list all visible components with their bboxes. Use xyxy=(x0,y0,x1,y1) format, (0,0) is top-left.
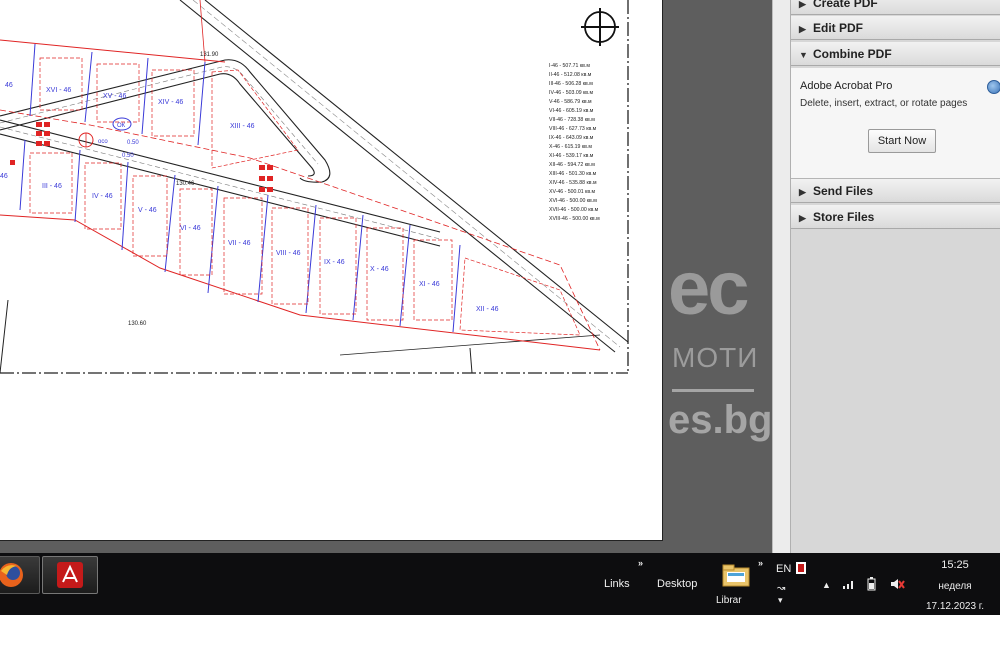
lot-label: XI - 46 xyxy=(419,281,440,288)
acrobat-icon xyxy=(57,562,83,588)
watermark-divider xyxy=(672,389,754,392)
legend-entry: XII-46 - 594.72 кв.м xyxy=(549,162,595,168)
legend-entry: V-46 - 586.79 кв.м xyxy=(549,99,592,105)
lot-label: 46 xyxy=(5,82,13,89)
globe-icon[interactable] xyxy=(987,80,1000,94)
lot-label: XIV - 46 xyxy=(158,99,183,106)
lot-label: IX - 46 xyxy=(324,259,345,266)
lot-label: V - 46 xyxy=(138,207,157,214)
elevation-label: 130.46 xyxy=(176,181,195,187)
expand-arrow-icon: ▶ xyxy=(799,0,806,9)
collapse-arrow-icon: ▼ xyxy=(799,50,808,60)
legend-entry: XV-46 - 500.01 кв.м xyxy=(549,189,596,195)
expand-arrow-icon: ▶ xyxy=(799,24,806,34)
libraries-folder-icon[interactable] xyxy=(722,563,750,587)
lot-label: XII - 46 xyxy=(476,306,499,313)
libraries-label: Librar xyxy=(716,595,742,606)
combine-panel-description: Delete, insert, extract, or rotate pages xyxy=(800,98,968,109)
firefox-icon xyxy=(0,563,23,587)
clock-day[interactable]: неделя xyxy=(926,581,984,592)
lot-label: VIII - 46 xyxy=(276,250,301,257)
legend-entry: XIII-46 - 501.30 кв.м xyxy=(549,171,597,177)
task-edit-pdf[interactable]: ▶ Edit PDF xyxy=(791,16,1000,40)
legend-entry: II-46 - 512.08 кв.м xyxy=(549,72,592,78)
road-label-3: 0.50 xyxy=(122,153,134,159)
legend-entry: X-46 - 615.19 кв.м xyxy=(549,144,592,150)
site-plan-drawing: ОК осо 0.50 0.50 131.90 130.46 130.60 46… xyxy=(0,0,629,374)
vertical-scrollbar[interactable] xyxy=(772,0,790,553)
clock-date[interactable]: 17.12.2023 г. xyxy=(916,601,994,612)
desktop-toolbar[interactable]: Desktop xyxy=(657,578,697,590)
lot-label: IV - 46 xyxy=(92,193,113,200)
start-now-button[interactable]: Start Now xyxy=(868,129,936,153)
elevation-label: 130.60 xyxy=(128,321,147,327)
expand-arrow-icon: ▶ xyxy=(799,187,806,197)
legend-entry: XIV-46 - 535.88 кв.м xyxy=(549,180,597,186)
lot-label: X - 46 xyxy=(370,266,389,273)
legend-entry: III-46 - 506.28 кв.м xyxy=(549,81,593,87)
legend-entry: XVII-46 - 500.00 кв.м xyxy=(549,207,599,213)
road-badge: ОК xyxy=(117,123,126,129)
tasks-pane: ▶ Create PDF ▶ Edit PDF ▼ Combine PDF Adobe… xyxy=(790,0,1000,553)
legend-entry: I-46 - 507.71 кв.м xyxy=(549,63,590,69)
watermark-logo-text: ес xyxy=(668,246,750,331)
keyboard-tray-icon[interactable]: ↝ xyxy=(777,583,785,594)
legend-entry: XVI-46 - 500.00 кв.м xyxy=(549,198,597,204)
expand-arrow-icon: ▶ xyxy=(799,213,806,223)
task-store-files[interactable]: ▶ Store Files xyxy=(791,205,1000,229)
lot-label: VII - 46 xyxy=(228,240,251,247)
lot-label: XV - 46 xyxy=(103,93,126,100)
legend-entry: VIII-46 - 627.73 кв.м xyxy=(549,126,597,132)
document-viewer[interactable]: ОК осо 0.50 0.50 131.90 130.46 130.60 46… xyxy=(0,0,790,553)
lot-label: VI - 46 xyxy=(180,225,201,232)
pdf-page[interactable]: ОК осо 0.50 0.50 131.90 130.46 130.60 46… xyxy=(0,0,663,541)
watermark-url: es.bg xyxy=(668,398,773,442)
language-indicator[interactable]: EN xyxy=(776,563,791,575)
combine-panel-title: Adobe Acrobat Pro xyxy=(800,80,893,92)
links-toolbar[interactable]: Links xyxy=(604,578,630,590)
tray-dropdown-icon[interactable]: ▾ xyxy=(778,595,783,606)
task-label: Edit PDF xyxy=(813,21,863,35)
task-label: Send Files xyxy=(813,184,874,198)
network-signal-icon[interactable] xyxy=(842,578,856,593)
taskbar-acrobat-button[interactable] xyxy=(42,556,98,594)
lot-label: III - 46 xyxy=(42,183,62,190)
taskbar: » Links Desktop Librar » EN ↝ ▾ ▲ 15:25 … xyxy=(0,553,1000,615)
power-icon[interactable] xyxy=(865,577,879,594)
task-combine-pdf[interactable]: ▼ Combine PDF xyxy=(791,42,1000,66)
toolbar-overflow-chevron-icon[interactable]: » xyxy=(638,558,643,568)
toolbar-overflow-chevron-icon[interactable]: » xyxy=(758,558,763,568)
task-send-files[interactable]: ▶ Send Files xyxy=(791,179,1000,203)
legend-entry: IX-46 - 643.09 кв.м xyxy=(549,135,594,141)
volume-muted-icon[interactable] xyxy=(889,577,905,594)
road-label-1: осо xyxy=(98,139,108,145)
task-label: Store Files xyxy=(813,210,875,224)
legend-entry: VII-46 - 728.38 кв.м xyxy=(549,117,595,123)
north-arrow-icon xyxy=(581,8,619,46)
combine-pdf-panel: Adobe Acrobat Pro Delete, insert, extrac… xyxy=(791,68,1000,179)
task-label: Combine PDF xyxy=(813,47,892,61)
show-hidden-icons-icon[interactable]: ▲ xyxy=(822,580,831,590)
legend-entry: XI-46 - 539.17 кв.м xyxy=(549,153,594,159)
acrobat-tray-icon[interactable] xyxy=(796,562,806,574)
watermark-tagline: МОТИ xyxy=(672,342,759,373)
legend-entry: IV-46 - 503.09 кв.м xyxy=(549,90,593,96)
legend-entry: VI-46 - 605.19 кв.м xyxy=(549,108,594,114)
task-create-pdf[interactable]: ▶ Create PDF xyxy=(791,0,1000,15)
lot-label: XIII - 46 xyxy=(230,123,255,130)
elevation-label: 131.90 xyxy=(200,52,219,58)
lot-label: XVI - 46 xyxy=(46,87,71,94)
road-label-2: 0.50 xyxy=(127,140,139,146)
legend-entry: XVIII-46 - 500.00 кв.м xyxy=(549,216,600,222)
lot-label: 46 xyxy=(0,173,8,180)
area-legend: I-46 - 507.71 кв.м II-46 - 512.08 кв.м I… xyxy=(549,63,600,222)
clock-time[interactable]: 15:25 xyxy=(930,559,980,571)
task-label: Create PDF xyxy=(813,0,878,10)
taskbar-firefox-button[interactable] xyxy=(0,556,40,594)
